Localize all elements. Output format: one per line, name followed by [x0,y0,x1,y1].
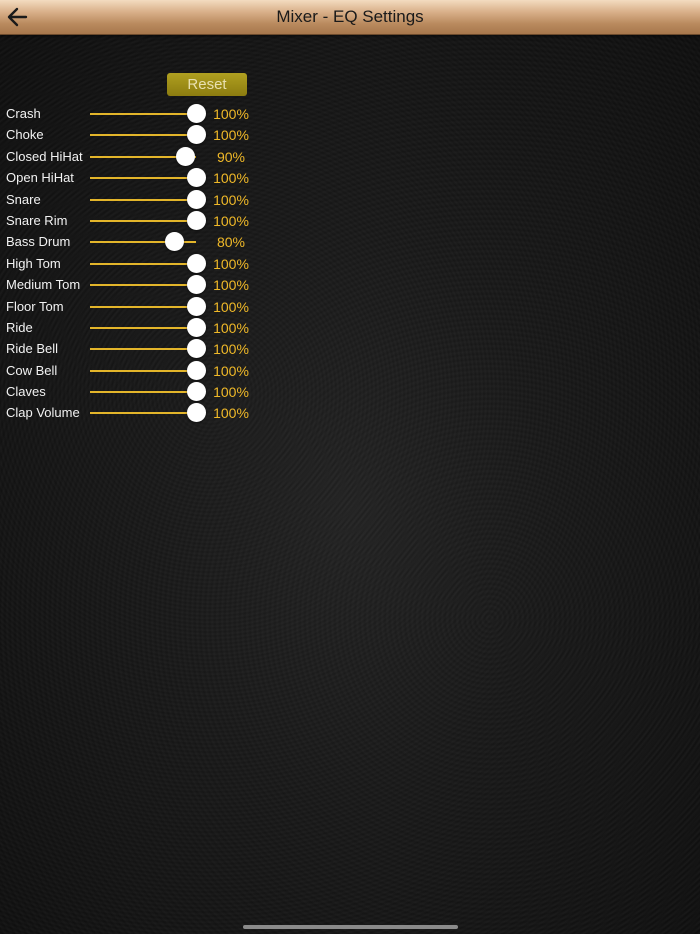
channel-value: 90% [216,148,246,165]
channel-label: High Tom [6,255,61,271]
channel-value: 100% [213,384,249,401]
channel-label: Choke [6,127,44,143]
slider-knob[interactable] [186,104,206,123]
slider-knob[interactable] [186,382,206,402]
channel-label: Crash [6,106,41,121]
volume-slider[interactable] [90,146,196,167]
slider-track [90,369,196,372]
slider-track [90,198,196,201]
channel-label: Cow Bell [6,362,58,378]
channel-value: 100% [213,170,249,187]
channel-value: 100% [213,405,249,422]
channel-value: 100% [213,127,249,144]
volume-slider[interactable] [90,231,196,252]
channel-value: 100% [213,191,249,208]
title-bar: Mixer - EQ Settings [0,0,700,35]
slider-track [90,262,196,265]
slider-track [90,284,196,287]
channel-value: 100% [213,341,249,358]
volume-slider[interactable] [90,253,206,274]
channel-value: 100% [213,298,249,315]
slider-track [90,219,196,222]
slider-track [90,348,196,351]
volume-slider[interactable] [90,124,206,145]
volume-slider[interactable] [90,317,206,338]
slider-knob[interactable] [165,232,185,252]
volume-slider[interactable] [90,103,206,124]
slider-knob[interactable] [186,317,206,337]
slider-knob[interactable] [186,125,206,145]
slider-track [90,391,196,394]
volume-slider[interactable] [90,274,206,295]
channel-label: Bass Drum [6,234,71,250]
slider-knob[interactable] [186,275,206,295]
channel-row: Choke 100% [0,124,300,145]
slider-knob[interactable] [186,189,206,209]
slider-track [90,134,196,137]
channel-value: 100% [213,106,249,122]
reset-button[interactable]: Reset [167,73,247,96]
slider-knob[interactable] [186,253,206,273]
channel-row: High Tom 100% [0,253,300,274]
channel-label: Medium Tom [6,277,81,293]
channel-value: 80% [216,234,246,251]
slider-knob[interactable] [186,168,206,188]
channel-label: Claves [6,384,46,400]
channel-label: Snare [6,191,41,207]
channel-label: Ride Bell [6,341,59,357]
channel-row: Closed HiHat 90% [0,146,300,167]
channel-row: Open HiHat 100% [0,167,300,188]
channel-row: Medium Tom 100% [0,274,300,295]
volume-slider[interactable] [90,189,206,210]
slider-knob[interactable] [186,339,206,359]
channel-row: Floor Tom 100% [0,296,300,317]
page-title: Mixer - EQ Settings [276,7,424,26]
volume-slider[interactable] [90,360,206,381]
channel-row: Crash 100% [0,103,300,124]
slider-track [90,113,196,115]
channel-row: Claves 100% [0,381,300,402]
channel-row: Snare Rim 100% [0,210,300,231]
channel-label: Snare Rim [6,212,68,228]
slider-track [90,177,196,180]
channel-value: 100% [213,255,249,272]
slider-knob[interactable] [186,210,206,230]
slider-track [90,412,196,415]
channel-label: Closed HiHat [6,148,83,164]
channel-label: Ride [6,319,33,335]
channel-row: Snare 100% [0,189,300,210]
volume-slider[interactable] [90,167,206,188]
channel-label: Open HiHat [6,170,74,186]
volume-slider[interactable] [90,210,206,231]
channel-row: Cow Bell 100% [0,360,300,381]
channel-value: 100% [213,362,249,379]
volume-slider[interactable] [90,296,206,317]
slider-track [90,305,196,308]
channel-value: 100% [213,212,249,229]
channel-label: Clap Volume [6,405,80,421]
slider-knob[interactable] [186,403,206,423]
slider-knob[interactable] [186,360,206,380]
channel-row: Ride 100% [0,317,300,338]
slider-track [90,326,196,329]
channel-list: Crash 100% Choke 100% Closed HiHat 90% O… [0,103,300,424]
channel-row: Clap Volume 100% [0,402,300,423]
volume-slider[interactable] [90,338,206,359]
channel-value: 100% [213,277,249,294]
volume-slider[interactable] [90,381,206,402]
channel-value: 100% [213,319,249,336]
channel-label: Floor Tom [6,298,64,314]
channel-row: Bass Drum 80% [0,231,300,252]
slider-knob[interactable] [186,296,206,316]
volume-slider[interactable] [90,402,206,423]
home-indicator[interactable] [243,925,458,929]
channel-row: Ride Bell 100% [0,338,300,359]
slider-knob[interactable] [175,146,195,166]
